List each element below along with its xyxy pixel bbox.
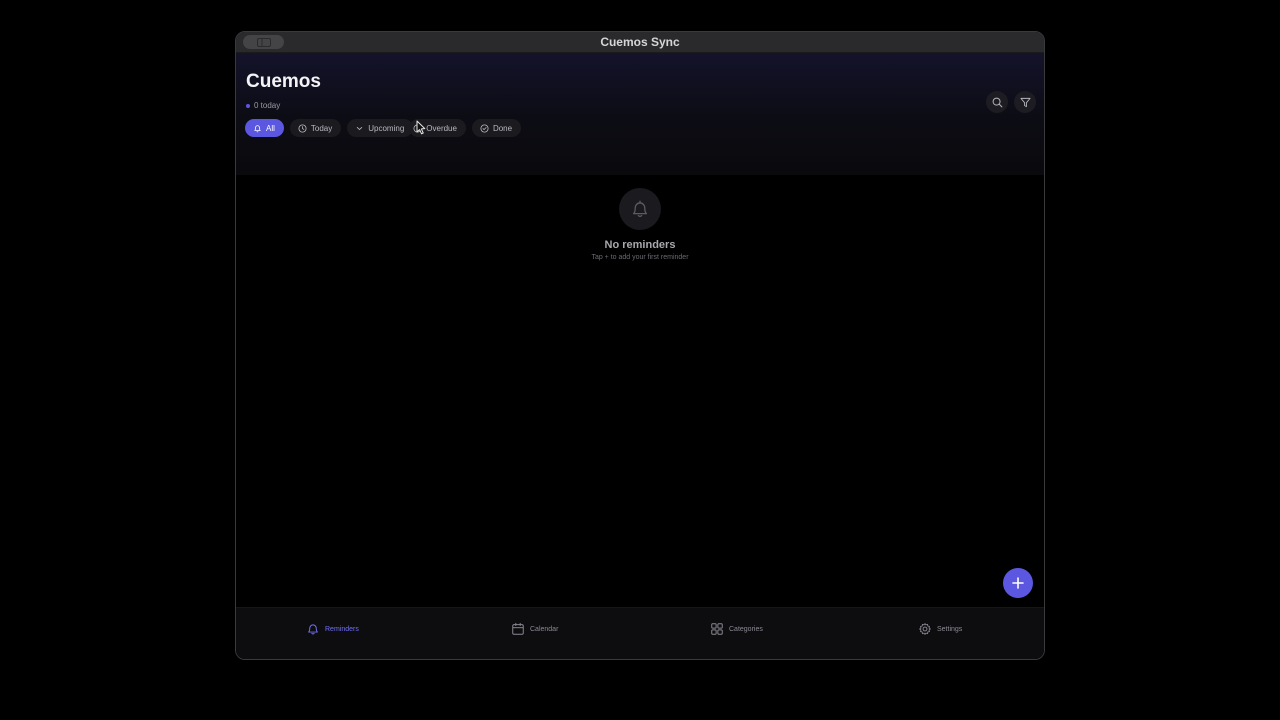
sidebar-toggle-button[interactable] (243, 35, 284, 49)
nav-item-reminders-label: Reminders (325, 625, 359, 633)
mouse-cursor-icon (416, 120, 426, 135)
tab-today[interactable]: Today (289, 119, 342, 137)
tab-done-label: Done (492, 123, 513, 133)
status-dot (246, 103, 250, 108)
nav-item-settings-label: Settings (937, 625, 963, 633)
empty-state-icon-circle (619, 188, 661, 230)
plus-icon (1012, 577, 1024, 589)
search-button[interactable] (986, 91, 1008, 113)
clock-icon (298, 123, 307, 133)
check-circle-icon (480, 123, 489, 133)
today-count-label: 0 today (254, 101, 281, 110)
gear-icon (919, 623, 931, 635)
tab-all[interactable]: All (245, 119, 284, 137)
nav-item-categories-label: Categories (729, 625, 763, 633)
tab-today-label: Today (310, 123, 333, 133)
filter-button[interactable] (1014, 91, 1036, 113)
bottom-nav: Reminders Calendar Categories Settings (236, 607, 1044, 659)
nav-item-settings[interactable]: Settings (918, 622, 962, 636)
empty-state-title: No reminders (604, 239, 676, 251)
nav-item-calendar-label: Calendar (530, 625, 559, 633)
titlebar: Cuemos Sync (236, 32, 1044, 53)
window-title: Cuemos Sync (600, 35, 680, 49)
tab-upcoming[interactable]: Upcoming (347, 119, 414, 137)
nav-item-categories[interactable]: Categories (710, 622, 763, 636)
grid-icon (711, 623, 723, 635)
empty-state-subtitle: Tap + to add your first reminder (591, 254, 689, 261)
sidebar-icon (256, 37, 271, 47)
tab-upcoming-label: Upcoming (368, 123, 405, 133)
filter-tabs: All Today Upcoming Overdue Done (245, 119, 522, 137)
bell-icon (254, 124, 261, 132)
page-title: Cuemos (246, 71, 321, 92)
calendar-icon (512, 622, 524, 635)
tab-overdue-label: Overdue (426, 123, 457, 133)
empty-state: No reminders Tap + to add your first rem… (236, 188, 1044, 261)
chevron-down-icon (357, 126, 363, 130)
tab-all-label: All (266, 123, 275, 133)
today-count: 0 today (246, 101, 280, 110)
nav-item-reminders[interactable]: Reminders (306, 622, 359, 636)
bell-icon (308, 624, 318, 635)
filter-icon (1019, 97, 1031, 107)
nav-item-calendar[interactable]: Calendar (511, 622, 558, 636)
bell-icon (632, 200, 648, 218)
search-icon (992, 97, 1002, 107)
header: Cuemos 0 today All Today Upcoming Overdu… (236, 53, 1044, 175)
tab-done[interactable]: Done (471, 119, 522, 137)
add-reminder-button[interactable] (1003, 568, 1033, 598)
app-window: Cuemos Sync Cuemos 0 today All Today Upc… (235, 31, 1045, 660)
